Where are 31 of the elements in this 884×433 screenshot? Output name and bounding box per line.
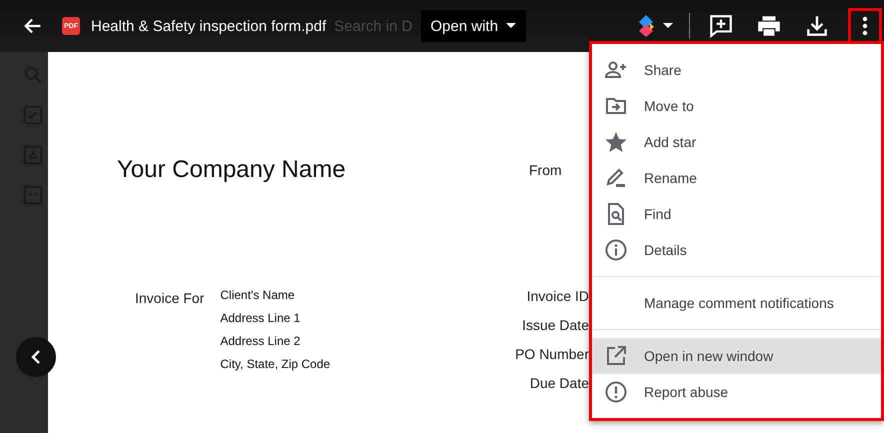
client-address-line: City, State, Zip Code	[220, 357, 330, 371]
invoice-field-label: PO Number	[515, 346, 589, 362]
info-icon	[604, 238, 628, 262]
client-address-line: Address Line 1	[220, 311, 302, 325]
menu-item[interactable]: Add star	[592, 124, 881, 160]
menu-item[interactable]: Share	[592, 52, 881, 88]
pencil-icon	[604, 166, 628, 190]
menu-item[interactable]: Details	[592, 232, 881, 268]
open-with-button[interactable]: Open with	[420, 10, 526, 42]
invoice-for-label: Invoice For	[135, 289, 204, 308]
client-address-line: Client's Name	[220, 288, 296, 302]
invoice-field-label: Due Date	[530, 375, 589, 391]
menu-item[interactable]: Find	[592, 196, 881, 232]
open-external-icon	[604, 344, 628, 368]
caret-icon	[506, 23, 516, 29]
company-name: Your Company Name	[117, 155, 347, 184]
invoice-field-label: Issue Date	[522, 317, 589, 333]
chevron-left-icon	[29, 349, 43, 365]
more-vert-icon	[862, 16, 868, 36]
menu-item[interactable]: Manage comment notifications	[592, 285, 881, 321]
invoice-field-label: Invoice ID	[526, 288, 589, 304]
menu-item[interactable]: Move to	[592, 88, 881, 124]
client-address-line: Address Line 2	[220, 334, 302, 348]
exclamation-circle-icon	[604, 380, 628, 404]
menu-item[interactable]: Rename	[592, 160, 881, 196]
menu-item[interactable]: Open in new window	[592, 338, 881, 374]
star-icon	[604, 130, 628, 154]
menu-item[interactable]: Report abuse	[592, 374, 881, 410]
from-label: From	[529, 161, 563, 180]
file-name: Health & Safety inspection form.pdf	[91, 18, 326, 34]
caret-icon[interactable]	[663, 23, 673, 29]
